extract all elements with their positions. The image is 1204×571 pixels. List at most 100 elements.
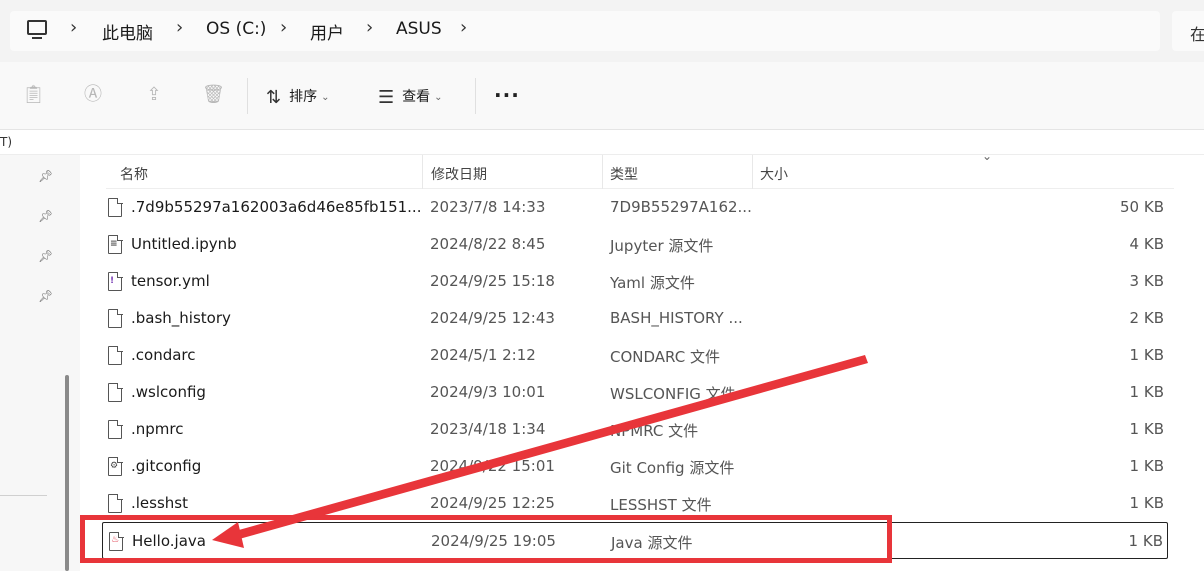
chevron-right-icon[interactable]: › xyxy=(280,17,287,38)
file-name: .7d9b55297a162003a6d46e85fb151... xyxy=(131,198,422,216)
file-size: 1 KB xyxy=(1129,420,1164,438)
view-label: 查看 xyxy=(402,89,431,105)
sort-label: 排序 xyxy=(289,89,318,105)
chevron-right-icon[interactable]: › xyxy=(70,17,77,38)
nav-scrollbar[interactable] xyxy=(65,375,69,571)
column-divider[interactable] xyxy=(752,155,753,189)
file-list: ⌄ 名称 修改日期 类型 大小 .7d9b55297a162003a6d46e8… xyxy=(80,149,1204,571)
breadcrumb-drive-c[interactable]: OS (C:) xyxy=(206,19,266,39)
yaml-file-icon: ! xyxy=(108,271,123,291)
pin-icon[interactable]: 📌︎ xyxy=(38,249,53,263)
file-type: NPMRC 文件 xyxy=(610,422,699,440)
toolbar-divider xyxy=(247,78,248,114)
file-date: 2023/4/18 1:34 xyxy=(430,420,546,438)
file-name: .wslconfig xyxy=(131,383,206,401)
breadcrumb-this-pc[interactable]: 此电脑 xyxy=(102,19,153,44)
delete-icon[interactable]: 🗑︎ xyxy=(202,84,225,106)
share-icon[interactable]: ⇪ xyxy=(143,84,165,106)
file-date: 2023/7/8 14:33 xyxy=(430,198,546,216)
rename-icon[interactable]: Ⓐ xyxy=(82,84,104,106)
pin-icon[interactable]: 📌︎ xyxy=(38,209,53,223)
file-type: WSLCONFIG 文件 xyxy=(610,385,736,403)
file-size: 3 KB xyxy=(1129,272,1164,290)
view-icon: ☰ xyxy=(378,86,395,108)
file-icon xyxy=(108,345,123,365)
pin-icon[interactable]: 📌︎ xyxy=(38,169,53,183)
file-name: .condarc xyxy=(131,346,196,364)
file-row[interactable]: ⚙ .gitconfig 2024/9/22 15:01 Git Config … xyxy=(102,448,1168,485)
file-type: Jupyter 源文件 xyxy=(610,237,714,255)
file-size: 1 KB xyxy=(1129,346,1164,364)
file-row[interactable]: ! tensor.yml 2024/9/25 15:18 Yaml 源文件 3 … xyxy=(102,263,1168,300)
notebook-file-icon: ≡ xyxy=(108,234,123,254)
file-icon xyxy=(108,197,123,217)
column-date[interactable]: 修改日期 xyxy=(431,164,487,184)
file-name: .gitconfig xyxy=(131,457,202,475)
file-row[interactable]: ≡ Untitled.ipynb 2024/8/22 8:45 Jupyter … xyxy=(102,226,1168,263)
file-row[interactable]: .bash_history 2024/9/25 12:43 BASH_HISTO… xyxy=(102,300,1168,337)
chevron-right-icon[interactable]: › xyxy=(460,17,467,38)
chevron-right-icon[interactable]: › xyxy=(366,17,373,38)
file-name: Untitled.ipynb xyxy=(131,235,237,253)
column-name[interactable]: 名称 xyxy=(120,164,148,184)
file-date: 2024/9/22 15:01 xyxy=(430,457,555,475)
file-name: .npmrc xyxy=(131,420,184,438)
chevron-down-icon: ⌄ xyxy=(321,91,330,103)
column-type[interactable]: 类型 xyxy=(610,164,638,184)
file-size: 1 KB xyxy=(1128,532,1163,550)
view-button[interactable]: ☰ 查看 ⌄ xyxy=(378,86,443,108)
chevron-right-icon[interactable]: › xyxy=(176,17,183,38)
file-date: 2024/9/25 12:43 xyxy=(430,309,555,327)
search-placeholder: 在 xyxy=(1190,25,1204,44)
file-icon xyxy=(108,308,123,328)
file-size: 1 KB xyxy=(1129,383,1164,401)
search-box[interactable]: 在 xyxy=(1172,11,1204,51)
breadcrumb-users[interactable]: 用户 xyxy=(310,19,344,44)
toolbar-divider xyxy=(475,78,476,114)
file-icon xyxy=(108,493,123,513)
column-header: ⌄ 名称 修改日期 类型 大小 xyxy=(106,149,1174,189)
nav-divider xyxy=(0,495,47,496)
file-size: 1 KB xyxy=(1129,494,1164,512)
address-bar-area: › 此电脑 › OS (C:) › 用户 › ASUS › 在 xyxy=(0,0,1204,62)
config-file-icon: ⚙ xyxy=(108,456,123,476)
column-size[interactable]: 大小 xyxy=(760,164,788,184)
command-bar: 📋︎ Ⓐ ⇪ 🗑︎ ⇅ 排序 ⌄ ☰ 查看 ⌄ ··· xyxy=(0,62,1204,130)
file-type: 7D9B55297A162... xyxy=(610,198,752,216)
chevron-down-icon: ⌄ xyxy=(434,91,443,103)
file-type: Git Config 源文件 xyxy=(610,459,735,477)
file-name: .bash_history xyxy=(131,309,231,327)
file-date: 2024/9/25 12:25 xyxy=(430,494,555,512)
strip-text: T) xyxy=(0,135,13,149)
file-date: 2024/8/22 8:45 xyxy=(430,235,546,253)
column-divider[interactable] xyxy=(422,155,423,189)
file-name: .lesshst xyxy=(131,494,188,512)
navigation-pane: 📌︎ 📌︎ 📌︎ 📌︎ xyxy=(0,155,80,571)
file-size: 50 KB xyxy=(1120,198,1164,216)
annotation-highlight-box xyxy=(80,515,892,563)
file-size: 2 KB xyxy=(1129,309,1164,327)
file-date: 2024/9/3 10:01 xyxy=(430,383,546,401)
file-row[interactable]: .wslconfig 2024/9/3 10:01 WSLCONFIG 文件 1… xyxy=(102,374,1168,411)
file-type: LESSHST 文件 xyxy=(610,496,712,514)
sort-icon: ⇅ xyxy=(266,86,282,108)
details-strip: T) xyxy=(0,131,1204,155)
file-row[interactable]: .7d9b55297a162003a6d46e85fb151... 2023/7… xyxy=(102,189,1168,226)
column-divider[interactable] xyxy=(602,155,603,189)
file-type: BASH_HISTORY ... xyxy=(610,309,743,327)
file-row[interactable]: .condarc 2024/5/1 2:12 CONDARC 文件 1 KB xyxy=(102,337,1168,374)
file-size: 4 KB xyxy=(1129,235,1164,253)
file-date: 2024/9/25 15:18 xyxy=(430,272,555,290)
file-name: tensor.yml xyxy=(131,272,210,290)
file-row[interactable]: .npmrc 2023/4/18 1:34 NPMRC 文件 1 KB xyxy=(102,411,1168,448)
sort-button[interactable]: ⇅ 排序 ⌄ xyxy=(266,86,329,108)
chevron-down-icon: ⌄ xyxy=(982,149,993,163)
breadcrumb-asus[interactable]: ASUS xyxy=(396,19,442,39)
file-icon xyxy=(108,382,123,402)
file-type: Yaml 源文件 xyxy=(610,274,695,292)
pin-icon[interactable]: 📌︎ xyxy=(38,289,53,303)
computer-icon[interactable] xyxy=(27,20,47,39)
file-type: CONDARC 文件 xyxy=(610,348,720,366)
more-options-icon[interactable]: ··· xyxy=(494,85,520,105)
clipboard-icon[interactable]: 📋︎ xyxy=(22,84,45,106)
